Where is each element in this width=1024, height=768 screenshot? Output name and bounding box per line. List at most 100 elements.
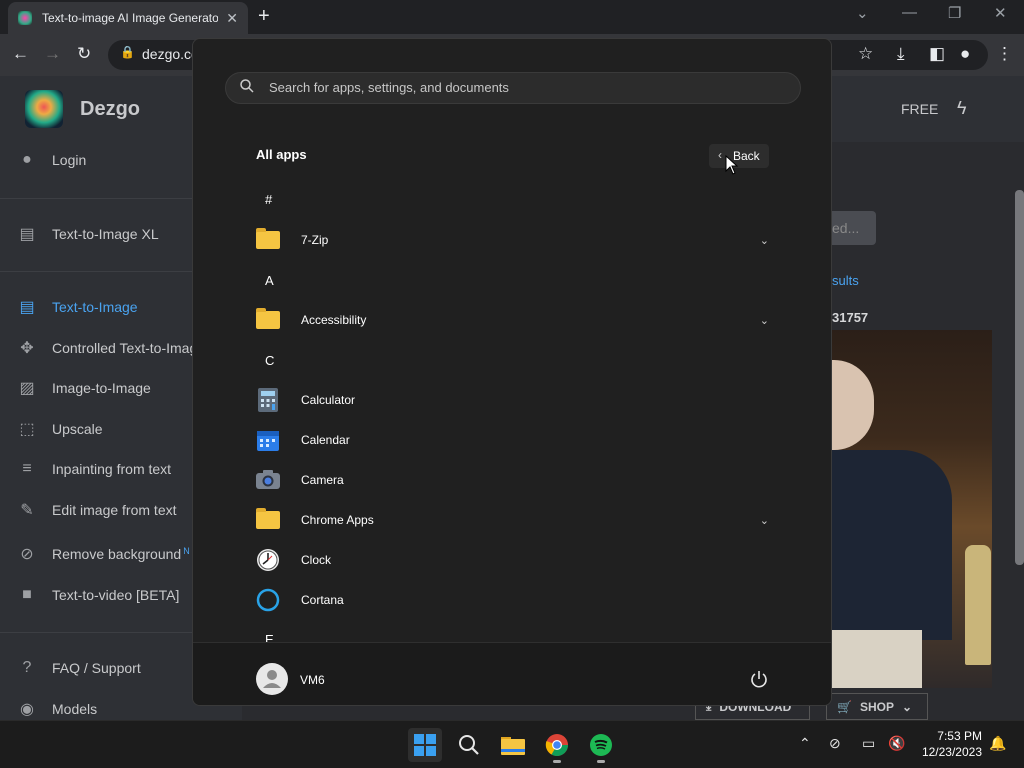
back-arrow-icon[interactable]: ←	[12, 44, 29, 64]
app-item-clock[interactable]: Clock	[255, 542, 775, 578]
volume-muted-icon[interactable]: 🔇	[888, 735, 905, 752]
calendar-icon	[255, 427, 281, 453]
sidebar-item-text-to-image-xl[interactable]: ▤ Text-to-Image XL	[16, 224, 158, 244]
sidebar-item-label: Models	[52, 701, 98, 717]
lock-icon: 🔒	[120, 45, 135, 59]
app-label: Cortana	[301, 593, 344, 607]
dezgo-logo[interactable]	[25, 90, 63, 128]
notification-bell-icon[interactable]: 🔔	[989, 735, 1006, 752]
sidebar-item-text-to-video[interactable]: ■ Text-to-video [BETA]	[16, 585, 179, 605]
app-item-chrome-apps[interactable]: Chrome Apps ⌄	[255, 502, 775, 538]
video-icon: ■	[22, 586, 32, 603]
image-paper	[832, 630, 922, 688]
restore-icon[interactable]: ❐	[948, 4, 961, 22]
reload-icon[interactable]: ↻	[77, 44, 91, 64]
chevron-down-icon[interactable]: ⌄	[760, 234, 769, 247]
sidebar-item-remove-background[interactable]: ⊘ Remove background N	[16, 544, 190, 564]
app-item-cortana[interactable]: Cortana	[255, 582, 775, 618]
results-link[interactable]: sults	[832, 273, 859, 288]
chevron-down-icon[interactable]: ⌄	[760, 514, 769, 527]
sidebar-item-label: Edit image from text	[52, 502, 177, 518]
folder-icon	[255, 227, 281, 253]
app-label: Accessibility	[301, 313, 367, 327]
search-icon[interactable]	[452, 728, 486, 762]
folder-icon	[255, 507, 281, 533]
move-icon: ✥	[20, 340, 34, 357]
sidebar-item-edit-image[interactable]: ✎ Edit image from text	[16, 500, 177, 520]
tab-title: Text-to-image AI Image Generator	[42, 11, 219, 25]
forward-arrow-icon[interactable]: →	[44, 44, 61, 64]
app-label: Calculator	[301, 393, 356, 407]
wrap-icon: ≡	[22, 460, 32, 477]
sidebar-item-upscale[interactable]: ⬚ Upscale	[16, 419, 103, 439]
page-scrollbar[interactable]	[1015, 190, 1024, 565]
spotify-icon[interactable]	[584, 728, 618, 762]
upscale-icon: ⬚	[19, 421, 35, 438]
app-item-calculator[interactable]: Calculator	[255, 382, 775, 418]
chrome-icon[interactable]	[540, 728, 574, 762]
bookmark-star-icon[interactable]: ☆	[858, 44, 873, 64]
new-badge: N	[183, 546, 190, 556]
sidebar-item-text-to-image[interactable]: ▤ Text-to-Image	[16, 297, 137, 317]
models-icon: ◉	[20, 701, 34, 718]
menu-dots-icon[interactable]: ⋮	[996, 44, 1013, 64]
plan-label[interactable]: FREE	[901, 101, 938, 117]
all-apps-title: All apps	[256, 147, 307, 162]
app-item-calendar[interactable]: Calendar	[255, 422, 775, 458]
network-icon[interactable]: ⊘	[829, 735, 841, 752]
generate-button[interactable]: ed...	[832, 211, 876, 245]
brand-name[interactable]: Dezgo	[80, 98, 140, 121]
cart-icon: 🛒	[837, 699, 852, 714]
profile-icon[interactable]: ●	[960, 44, 970, 64]
section-letter[interactable]: A	[265, 273, 274, 288]
start-icon[interactable]	[408, 728, 442, 762]
search-placeholder: Search for apps, settings, and documents	[269, 80, 509, 95]
minimize-icon[interactable]: —	[902, 4, 917, 21]
help-icon: ?	[22, 659, 32, 676]
sidebar-item-label: Remove background	[52, 546, 182, 562]
power-icon[interactable]	[749, 669, 769, 689]
account-icon: ●	[22, 151, 32, 168]
sidebar-item-controlled[interactable]: ✥ Controlled Text-to-Imag	[16, 338, 197, 358]
tab-search-icon[interactable]: ⌄	[856, 4, 869, 22]
new-tab-button[interactable]: +	[258, 5, 270, 28]
chevron-left-icon: ‹	[718, 148, 722, 162]
start-search-input[interactable]: Search for apps, settings, and documents	[225, 72, 801, 104]
edit-icon: ✎	[20, 502, 34, 519]
app-item-7zip[interactable]: 7-Zip ⌄	[255, 222, 775, 258]
clock-time: 7:53 PM	[937, 729, 982, 743]
bolt-icon[interactable]: ϟ	[957, 98, 967, 119]
generate-label: ed...	[832, 220, 860, 236]
sidebar-item-login[interactable]: ● Login	[16, 150, 86, 170]
section-letter[interactable]: #	[265, 192, 272, 207]
close-window-icon[interactable]: ✕	[994, 4, 1007, 22]
section-letter[interactable]: C	[265, 353, 274, 368]
generated-image[interactable]	[832, 330, 992, 688]
chrome-running-indicator	[553, 760, 561, 763]
image-subject-suit	[832, 450, 952, 640]
sidebar-item-inpainting[interactable]: ≡ Inpainting from text	[16, 459, 171, 479]
tray-overflow-icon[interactable]: ⌃	[799, 735, 811, 752]
system-clock[interactable]: 7:53 PM 12/23/2023	[916, 728, 982, 760]
user-name[interactable]: VM6	[300, 673, 325, 687]
chevron-down-icon[interactable]: ⌄	[760, 314, 769, 327]
file-explorer-icon[interactable]	[496, 728, 530, 762]
app-label: Calendar	[301, 433, 350, 447]
app-item-accessibility[interactable]: Accessibility ⌄	[255, 302, 775, 338]
display-icon[interactable]: ▭	[862, 735, 875, 752]
user-avatar[interactable]	[256, 663, 288, 695]
calculator-icon	[255, 387, 281, 413]
download-icon[interactable]: ⤓	[897, 44, 905, 64]
app-item-camera[interactable]: Camera	[255, 462, 775, 498]
app-label: Camera	[301, 473, 344, 487]
tab-close-icon[interactable]: ✕	[226, 10, 238, 27]
sidebar-item-label: Upscale	[52, 421, 103, 437]
sidebar-item-models[interactable]: ◉ Models	[16, 699, 97, 719]
back-button[interactable]: ‹ Back	[709, 144, 769, 168]
side-panel-icon[interactable]: ◧	[929, 44, 945, 64]
sidebar-item-faq[interactable]: ? FAQ / Support	[16, 658, 141, 678]
shop-button[interactable]: 🛒 SHOP ⌄	[826, 693, 928, 720]
folder-icon	[255, 307, 281, 333]
sidebar-item-image-to-image[interactable]: ▨ Image-to-Image	[16, 378, 150, 398]
browser-tab[interactable]: Text-to-image AI Image Generator ✕	[8, 2, 248, 34]
